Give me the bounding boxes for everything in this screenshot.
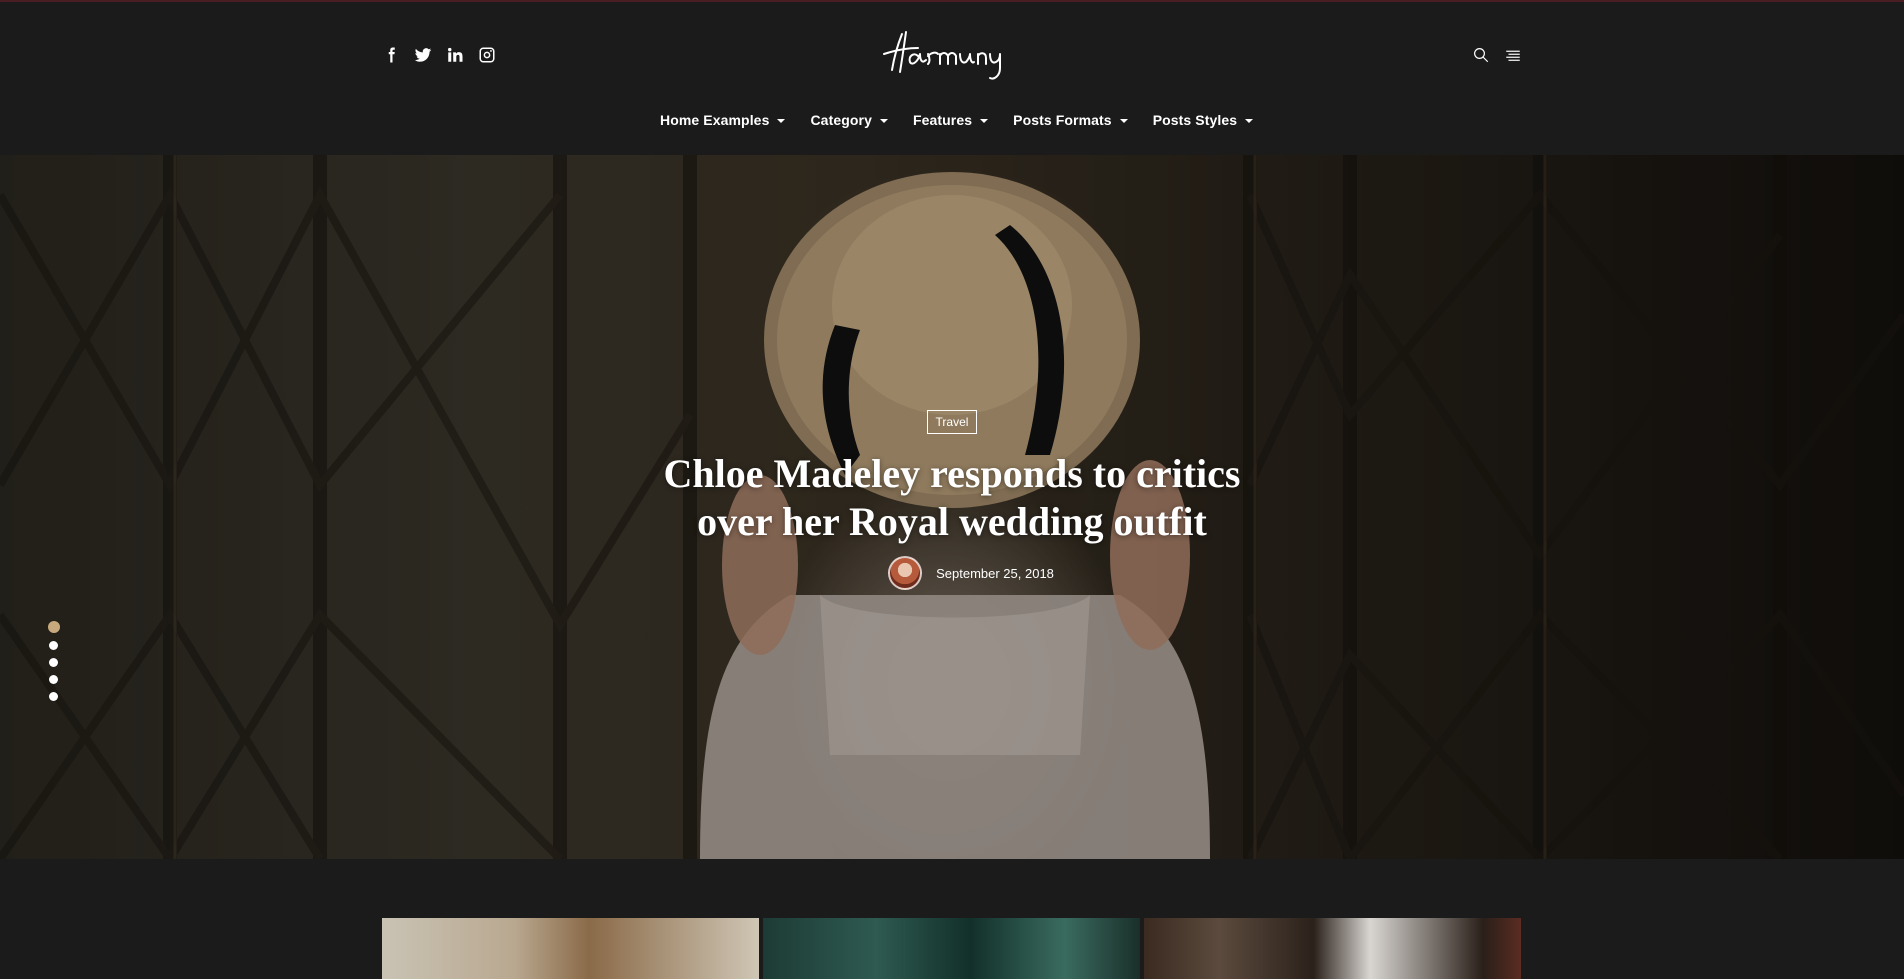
slider-dot-2[interactable] [49, 641, 58, 650]
social-links [382, 46, 496, 64]
hero-caption: Travel Chloe Madeley responds to critics… [0, 410, 1904, 590]
linkedin-icon[interactable] [446, 46, 464, 64]
post-date: September 25, 2018 [936, 565, 1054, 581]
hero-slider: Travel Chloe Madeley responds to critics… [0, 155, 1904, 859]
twitter-icon[interactable] [414, 46, 432, 64]
nav-item-label: Category [810, 112, 872, 128]
featured-post-thumbnail[interactable] [1144, 918, 1521, 979]
author-avatar[interactable] [888, 556, 923, 590]
nav-item-label: Features [912, 112, 973, 128]
site-logo[interactable] [878, 24, 1026, 84]
nav-item-label: Home Examples [660, 112, 770, 128]
category-tag[interactable]: Travel [926, 410, 978, 434]
hamburger-menu-icon[interactable] [1504, 46, 1522, 64]
nav-item-posts-formats[interactable]: Posts Formats [1013, 112, 1128, 128]
slider-dot-3[interactable] [49, 658, 58, 667]
facebook-icon[interactable] [382, 46, 400, 64]
featured-post-thumbnail[interactable] [763, 918, 1140, 979]
post-title-line-2: over her Royal wedding outfit [697, 499, 1207, 544]
nav-item-category[interactable]: Category [810, 112, 888, 128]
caret-down-icon [879, 119, 888, 123]
post-title[interactable]: Chloe Madeley responds to critics over h… [0, 450, 1904, 546]
nav-item-label: Posts Styles [1152, 112, 1238, 128]
site-header: Home Examples Category Features Posts Fo… [0, 2, 1904, 155]
caret-down-icon [1245, 119, 1254, 123]
slider-dot-1[interactable] [47, 621, 60, 633]
post-meta: September 25, 2018 [38, 556, 1904, 590]
header-tools [1472, 46, 1522, 64]
main-nav: Home Examples Category Features Posts Fo… [660, 112, 1254, 128]
slider-dot-5[interactable] [49, 692, 58, 701]
caret-down-icon [1119, 119, 1128, 123]
instagram-icon[interactable] [478, 46, 496, 64]
search-icon[interactable] [1472, 46, 1490, 64]
slider-pagination [47, 621, 60, 701]
nav-item-posts-styles[interactable]: Posts Styles [1152, 112, 1254, 128]
featured-post-thumbnail[interactable] [382, 918, 759, 979]
caret-down-icon [980, 119, 989, 123]
nav-item-home-examples[interactable]: Home Examples [660, 112, 786, 128]
featured-posts-strip [382, 918, 1521, 979]
nav-item-features[interactable]: Features [912, 112, 989, 128]
post-title-line-1: Chloe Madeley responds to critics [663, 451, 1241, 496]
slider-dot-4[interactable] [49, 675, 58, 684]
caret-down-icon [777, 119, 786, 123]
nav-item-label: Posts Formats [1013, 112, 1112, 128]
